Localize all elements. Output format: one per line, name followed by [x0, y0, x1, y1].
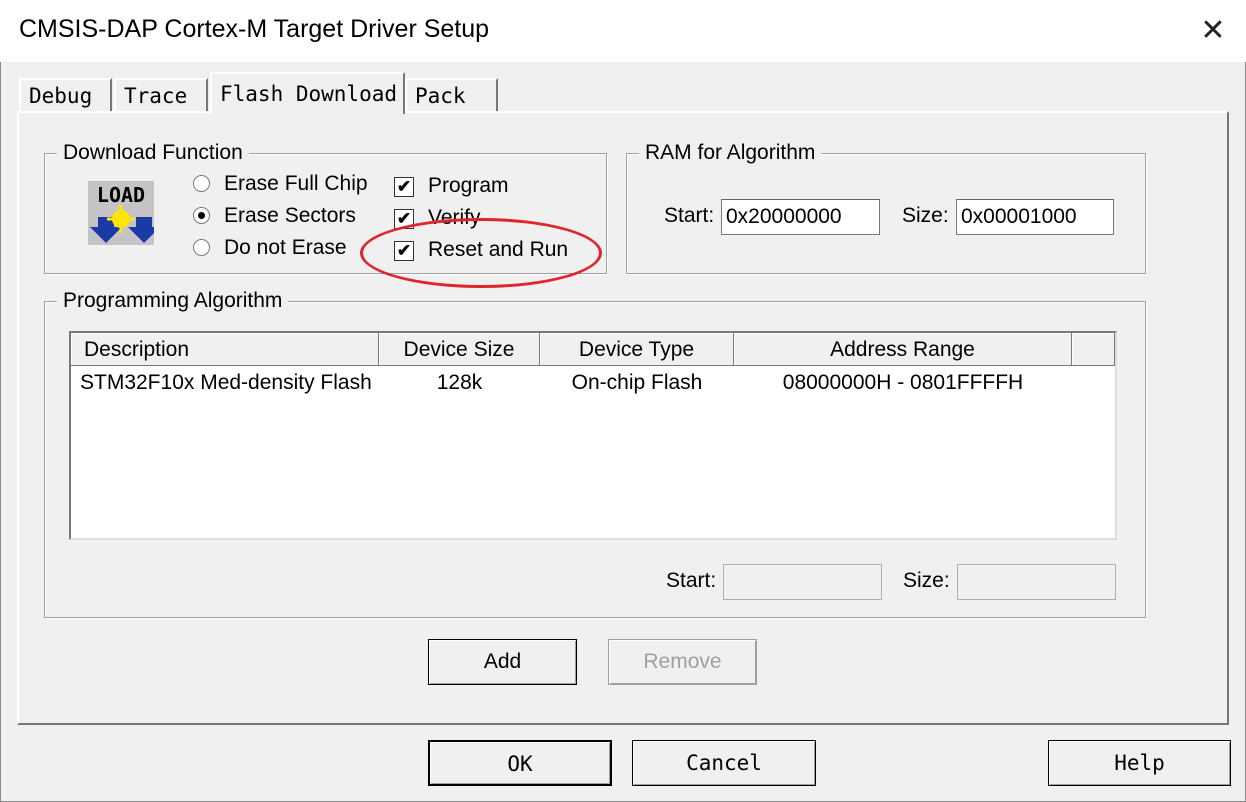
cancel-button[interactable]: Cancel [632, 740, 816, 786]
radio-erase-full-chip[interactable] [193, 175, 210, 192]
label-erase-sectors[interactable]: Erase Sectors [224, 204, 356, 228]
tab-pack[interactable]: Pack [405, 78, 498, 111]
cell-device-size: 128k [436, 371, 483, 394]
ram-start-label: Start: [664, 204, 715, 227]
ram-start-input[interactable] [721, 199, 880, 235]
cell-address-range: 08000000H - 0801FFFFH [782, 371, 1024, 394]
column-address-range[interactable]: Address Range [734, 333, 1072, 366]
cell-device-type: On-chip Flash [571, 371, 703, 394]
algo-start-input[interactable] [723, 564, 882, 600]
column-device-size[interactable]: Device Size [379, 333, 540, 366]
load-icon-text: LOAD [97, 183, 145, 207]
load-icon: LOAD [88, 181, 154, 245]
cell-description: STM32F10x Med-density Flash [80, 371, 372, 394]
ram-size-label: Size: [902, 204, 949, 227]
ok-button[interactable]: OK [428, 740, 612, 786]
title-bar: CMSIS-DAP Cortex-M Target Driver Setup ✕ [0, 0, 1246, 62]
algo-start-label: Start: [666, 569, 717, 592]
ram-size-input[interactable] [956, 199, 1114, 235]
label-do-not-erase[interactable]: Do not Erase [224, 236, 347, 260]
label-erase-full-chip[interactable]: Erase Full Chip [224, 172, 368, 196]
column-description[interactable]: Description [71, 333, 379, 366]
column-spacer [1072, 333, 1115, 366]
download-function-label: Download Function [57, 142, 249, 164]
red-ellipse-annotation [360, 218, 602, 288]
tab-flash-download[interactable]: Flash Download [210, 72, 405, 114]
algo-size-input[interactable] [957, 564, 1116, 600]
remove-button[interactable]: Remove [608, 639, 757, 685]
help-button[interactable]: Help [1048, 740, 1231, 786]
add-button[interactable]: Add [428, 639, 577, 685]
algo-size-label: Size: [903, 569, 950, 592]
column-device-type[interactable]: Device Type [540, 333, 734, 366]
radio-erase-sectors[interactable] [193, 207, 210, 224]
close-icon[interactable]: ✕ [1194, 10, 1232, 52]
window-title: CMSIS-DAP Cortex-M Target Driver Setup [19, 15, 490, 43]
radio-selected-dot [198, 212, 205, 219]
programming-algorithm-label: Programming Algorithm [57, 290, 289, 312]
label-program[interactable]: Program [428, 174, 509, 198]
ram-for-algorithm-label: RAM for Algorithm [639, 142, 822, 164]
tab-trace[interactable]: Trace [114, 78, 208, 111]
algorithm-list[interactable]: Description Device Size Device Type Addr… [69, 331, 1117, 540]
check-program[interactable]: ✔ [394, 177, 414, 197]
tab-debug[interactable]: Debug [19, 78, 112, 111]
radio-do-not-erase[interactable] [193, 239, 210, 256]
